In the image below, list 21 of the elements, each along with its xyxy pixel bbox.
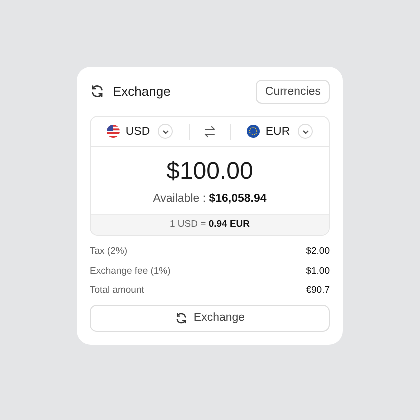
- currency-code[interactable]: EUR: [266, 126, 290, 138]
- exchange-rate: 1 USD = 0.94 EUR: [91, 214, 329, 235]
- chevron-down-icon[interactable]: [158, 124, 174, 139]
- summary-label: Exchange fee (1%): [90, 266, 171, 277]
- refresh-icon: [90, 84, 105, 99]
- refresh-icon: [174, 312, 188, 324]
- summary-label: Total amount: [90, 285, 144, 296]
- summary-label: Tax (2%): [90, 246, 128, 258]
- swap-icon[interactable]: [204, 126, 216, 138]
- summary-value: $2.00: [306, 246, 330, 258]
- currency-code[interactable]: USD: [126, 126, 150, 138]
- exchange-button[interactable]: Exchange: [90, 304, 330, 332]
- summary-value: $1.00: [306, 266, 330, 277]
- summary-value: €90.7: [306, 285, 330, 296]
- flag-icon: [106, 125, 120, 138]
- currencies-button[interactable]: Currencies: [256, 80, 330, 104]
- flag-icon: [246, 125, 260, 138]
- amount-value: $100.00: [166, 158, 254, 186]
- card-title: Exchange: [113, 84, 171, 99]
- available-balance: Available : $16,058.94: [152, 193, 268, 205]
- chevron-down-icon[interactable]: [298, 124, 314, 139]
